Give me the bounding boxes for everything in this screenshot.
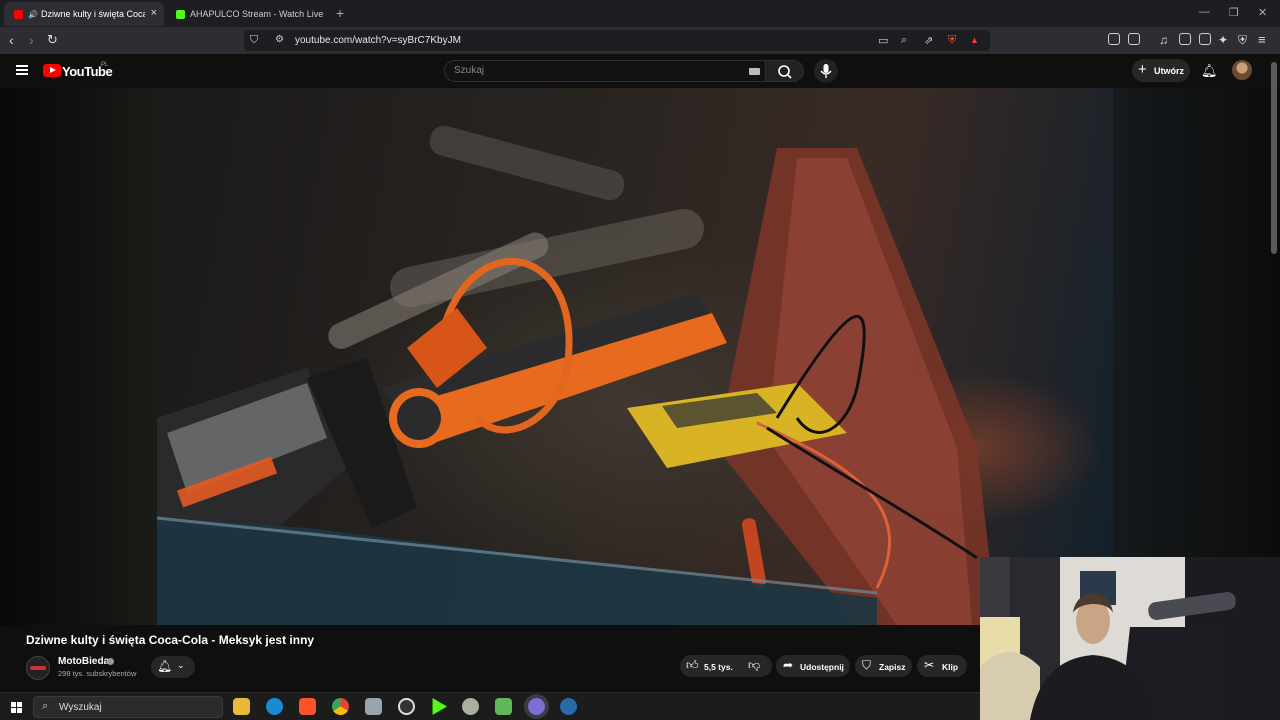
video-backdrop-left: [0, 88, 157, 625]
plus-icon: +: [1138, 61, 1147, 78]
channel-avatar[interactable]: [26, 656, 50, 680]
youtube-logo-icon[interactable]: [43, 64, 61, 77]
share-label: Udostępnij: [800, 662, 844, 672]
kick-icon[interactable]: [432, 698, 447, 715]
youtube-icon: [14, 9, 23, 19]
bookmark-icon: ⛉: [862, 658, 872, 672]
forward-icon[interactable]: ›: [29, 32, 34, 48]
microphone-icon: [820, 64, 832, 78]
music-icon[interactable]: ♫: [1159, 32, 1168, 48]
browser-tab-bar: 🔊 Dziwne kulty i święta Coca-Co × AHAPUL…: [0, 0, 1280, 27]
windows-start-icon[interactable]: [11, 702, 22, 713]
video-frame[interactable]: [157, 88, 1113, 625]
new-tab-icon[interactable]: +: [336, 5, 344, 21]
browser-toolbar: ‹ › ↻ ⛉ ⚙ youtube.com/watch?v=syBrC7KbyJ…: [0, 27, 1280, 54]
wallet-icon[interactable]: [1199, 33, 1211, 45]
clip-label: Klip: [942, 662, 959, 672]
page-scrollbar[interactable]: [1271, 62, 1277, 254]
steam-icon[interactable]: [560, 698, 577, 715]
windows-taskbar: ⌕ Wyszukaj: [0, 692, 980, 720]
menu-icon[interactable]: ≡: [1258, 32, 1266, 48]
clip-button[interactable]: ✂ Klip: [917, 655, 967, 677]
leo-ai-icon[interactable]: ✦: [1218, 32, 1228, 48]
app-icon[interactable]: [495, 698, 512, 715]
brave-shield-icon[interactable]: ⛨: [948, 34, 956, 47]
subscriber-count: 298 tys. subskrybentów: [58, 669, 137, 678]
save-label: Zapisz: [879, 662, 906, 672]
screen: 🔊 Dziwne kulty i święta Coca-Co × AHAPUL…: [0, 0, 1280, 720]
video-frame-image: [157, 125, 997, 625]
dislike-icon[interactable]: 👎︎: [748, 658, 760, 673]
notifications-icon[interactable]: 🔔︎: [1201, 63, 1218, 79]
back-icon[interactable]: ‹: [9, 32, 14, 48]
share-icon[interactable]: ⇗: [924, 34, 933, 47]
close-icon[interactable]: ×: [151, 7, 157, 19]
country-code: PL: [101, 62, 109, 68]
maximize-icon[interactable]: ❐: [1229, 6, 1239, 19]
extensions-icon[interactable]: [1108, 33, 1120, 45]
kick-icon: [176, 9, 185, 19]
tab-kick[interactable]: AHAPULCO Stream - Watch Live on K: [166, 2, 326, 26]
search-button[interactable]: [766, 60, 804, 82]
site-settings-icon[interactable]: ⚙: [275, 34, 284, 45]
account-avatar[interactable]: [1232, 60, 1252, 80]
share-icon: ➦: [783, 658, 794, 672]
tab-search-icon[interactable]: [1128, 33, 1140, 45]
save-button[interactable]: ⛉ Zapisz: [855, 655, 912, 677]
minimize-icon[interactable]: —: [1199, 6, 1210, 18]
channel-name[interactable]: MotoBieda: [58, 656, 109, 667]
app-icon[interactable]: [365, 698, 382, 715]
share-button[interactable]: ➦ Udostępnij: [776, 655, 850, 677]
scissors-icon: ✂: [924, 658, 935, 672]
create-button[interactable]: + Utwórz: [1132, 59, 1190, 82]
tab-youtube[interactable]: 🔊 Dziwne kulty i święta Coca-Co ×: [4, 2, 164, 26]
verified-icon: [107, 658, 114, 665]
opera-icon[interactable]: [528, 698, 545, 715]
chrome-icon[interactable]: [332, 698, 349, 715]
speaker-icon: 🔊: [28, 9, 38, 19]
file-explorer-icon[interactable]: [233, 698, 250, 715]
app-icon[interactable]: [462, 698, 479, 715]
address-bar[interactable]: ⛉ ⚙ youtube.com/watch?v=syBrC7KbyJM ▭ ⌕ …: [244, 30, 990, 51]
hamburger-menu-icon[interactable]: [16, 65, 28, 75]
vpn-icon[interactable]: ⛨: [1238, 32, 1247, 48]
window-close-icon[interactable]: ✕: [1258, 6, 1267, 19]
tab-label: Dziwne kulty i święta Coca-Co: [40, 9, 145, 19]
keyboard-icon[interactable]: [749, 68, 760, 75]
cast-icon[interactable]: ▭: [878, 34, 888, 47]
tab-label: AHAPULCO Stream - Watch Live on K: [190, 9, 326, 19]
webcam-overlay: [980, 557, 1280, 720]
sidebar-icon[interactable]: [1179, 33, 1191, 45]
create-label: Utwórz: [1154, 66, 1184, 76]
video-player[interactable]: [0, 88, 1280, 625]
url-text[interactable]: youtube.com/watch?v=syBrC7KbyJM: [295, 35, 461, 46]
video-backdrop-right: [1113, 88, 1280, 625]
brave-icon[interactable]: [299, 698, 316, 715]
like-count[interactable]: 5,5 tys.: [704, 662, 733, 672]
video-title: Dziwne kulty i święta Coca-Cola - Meksyk…: [26, 633, 315, 647]
like-icon[interactable]: 👍︎: [686, 658, 699, 673]
bookmark-icon[interactable]: ⛉: [250, 34, 258, 47]
search-box[interactable]: [444, 60, 766, 82]
search-input[interactable]: [454, 65, 734, 76]
reload-icon[interactable]: ↻: [47, 32, 58, 48]
bell-icon: 🔔︎: [157, 659, 173, 673]
edge-icon[interactable]: [266, 698, 283, 715]
chevron-down-icon: ⌄: [177, 660, 185, 670]
taskbar-search-label: Wyszukaj: [59, 702, 102, 713]
like-dislike-group: 👍︎ 5,5 tys. 👎︎: [680, 655, 772, 677]
search-icon: [778, 65, 792, 79]
youtube-header: YouTube PL + Utwórz 🔔︎: [0, 54, 1280, 88]
taskbar-search[interactable]: ⌕ Wyszukaj: [33, 696, 223, 718]
subscription-notifications-button[interactable]: 🔔︎ ⌄: [151, 656, 195, 678]
search-icon: ⌕: [42, 700, 49, 712]
rewards-icon[interactable]: ▲: [970, 35, 979, 45]
obs-icon[interactable]: [398, 698, 415, 715]
webcam-image: [980, 557, 1280, 720]
voice-search-button[interactable]: [814, 59, 838, 83]
zoom-icon[interactable]: ⌕: [901, 34, 907, 47]
